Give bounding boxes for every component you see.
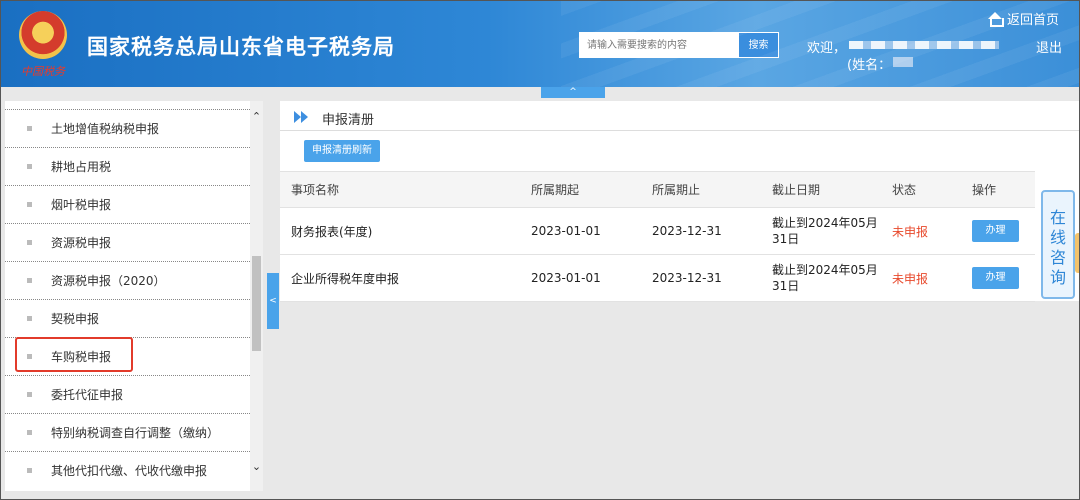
sidebar-item-label: 特别纳税调查自行调整（缴纳） [51,426,220,440]
panel-title: 申报清册 [322,113,375,128]
sidebar-item-land-vat[interactable]: 土地增值税纳税申报 [5,109,250,147]
deadline: 截止到2024年05月31日 [772,263,878,293]
item-name: 财务报表(年度) [291,224,373,239]
period-end: 2023-12-31 [652,271,722,285]
declaration-table: 事项名称 所属期起 所属期止 截止日期 状态 操作 财务报表(年度) 2023-… [280,171,1035,302]
sidebar-item-label: 资源税申报 [51,236,112,250]
welcome-text: 欢迎， [807,41,847,56]
bullet-icon [27,126,32,131]
item-name: 企业所得税年度申报 [291,271,400,286]
column-header: 状态 [892,183,917,197]
sidebar-scrollbar[interactable]: ⌃ ⌄ [250,101,263,491]
highlight-annotation [15,337,133,372]
sidebar-item-label: 其他代扣代缴、代收代缴申报 [51,464,208,478]
table-row: 财务报表(年度) 2023-01-01 2023-12-31 截止到2024年0… [280,208,1035,255]
column-header: 所属期止 [652,183,701,197]
bullet-icon [27,316,32,321]
sidebar-item-tobacco-tax[interactable]: 烟叶税申报 [5,185,250,223]
bullet-icon [27,468,32,473]
table-row: 企业所得税年度申报 2023-01-01 2023-12-31 截止到2024年… [280,255,1035,302]
process-button[interactable]: 办理 [972,267,1019,289]
bullet-icon [27,278,32,283]
name-label: (姓名： [847,58,892,73]
sidebar-item-resource-tax-2020[interactable]: 资源税申报（2020） [5,261,250,299]
sidebar-item-resource-tax[interactable]: 资源税申报 [5,223,250,261]
home-icon [987,11,1004,27]
tax-emblem-icon [19,11,67,59]
action-cell: 办理 [972,255,1032,301]
sidebar-item-special-adjustment[interactable]: 特别纳税调查自行调整（缴纳） [5,413,250,451]
home-link[interactable]: 返回首页 [987,9,1059,28]
mascot-image [1075,233,1079,273]
online-consult-button[interactable]: 在 线 咨 询 [1041,190,1075,299]
scrollbar-thumb[interactable] [252,256,261,351]
consult-char: 询 [1049,268,1066,287]
bullet-icon [27,430,32,435]
sidebar-item-label: 契税申报 [51,312,100,326]
search-input[interactable] [579,32,739,58]
period-start: 2023-01-01 [531,271,601,285]
declaration-panel: 申报清册 申报清册刷新 事项名称 所属期起 所属期止 截止日期 状态 操作 财务… [280,101,1079,302]
sidebar-item-label: 委托代征申报 [51,388,124,402]
sidebar-item-label: 耕地占用税 [51,160,112,174]
table-header: 事项名称 所属期起 所属期止 截止日期 状态 操作 [280,171,1035,208]
sidebar: 土地增值税纳税申报 耕地占用税 烟叶税申报 资源税申报 资源税申报（2020） … [5,101,263,491]
panel-header: 申报清册 [280,101,1079,131]
sidebar-item-farmland-tax[interactable]: 耕地占用税 [5,147,250,185]
sidebar-item-deed-tax[interactable]: 契税申报 [5,299,250,337]
period-end: 2023-12-31 [652,224,722,238]
sidebar-item-label: 烟叶税申报 [51,198,112,212]
scroll-down-icon[interactable]: ⌄ [250,461,263,473]
home-link-label: 返回首页 [1007,13,1060,28]
column-header: 操作 [972,183,997,197]
emblem-caption: 中国税务 [21,65,65,78]
sidebar-item-label: 资源税申报（2020） [51,274,166,288]
redacted-username [849,41,999,49]
double-arrow-icon [294,111,308,123]
collapse-sidebar-button[interactable]: < [267,273,279,329]
status-badge: 未申报 [892,271,929,286]
sidebar-item-label: 土地增值税纳税申报 [51,122,160,136]
app-window: 中国税务 国家税务总局山东省电子税务局 搜索 欢迎， (姓名： 返回首页 退出 … [0,0,1080,500]
sidebar-item-entrusted-collection[interactable]: 委托代征申报 [5,375,250,413]
bullet-icon [27,164,32,169]
bullet-icon [27,392,32,397]
column-header: 事项名称 [291,183,340,197]
status-badge: 未申报 [892,224,929,239]
bullet-icon [27,202,32,207]
period-start: 2023-01-01 [531,224,601,238]
collapse-header-button[interactable]: ^ [541,87,605,98]
consult-char: 线 [1049,228,1066,247]
header-banner: 中国税务 国家税务总局山东省电子税务局 搜索 欢迎， (姓名： 返回首页 退出 [1,1,1079,87]
deadline: 截止到2024年05月31日 [772,216,878,246]
scroll-up-icon[interactable]: ⌃ [250,111,263,123]
sidebar-list: 土地增值税纳税申报 耕地占用税 烟叶税申报 资源税申报 资源税申报（2020） … [5,109,250,489]
consult-char: 在 [1049,208,1066,227]
action-cell: 办理 [972,208,1032,254]
process-button[interactable]: 办理 [972,220,1019,242]
column-header: 截止日期 [772,182,821,197]
search-button[interactable]: 搜索 [739,32,779,58]
redacted-name [893,57,913,67]
consult-char: 咨 [1049,248,1066,267]
sidebar-item-other-withholding[interactable]: 其他代扣代缴、代收代缴申报 [5,451,250,489]
logout-link[interactable]: 退出 [1036,37,1062,56]
site-title: 国家税务总局山东省电子税务局 [87,35,395,59]
refresh-list-button[interactable]: 申报清册刷新 [304,140,380,162]
bullet-icon [27,240,32,245]
column-header: 所属期起 [531,183,580,197]
